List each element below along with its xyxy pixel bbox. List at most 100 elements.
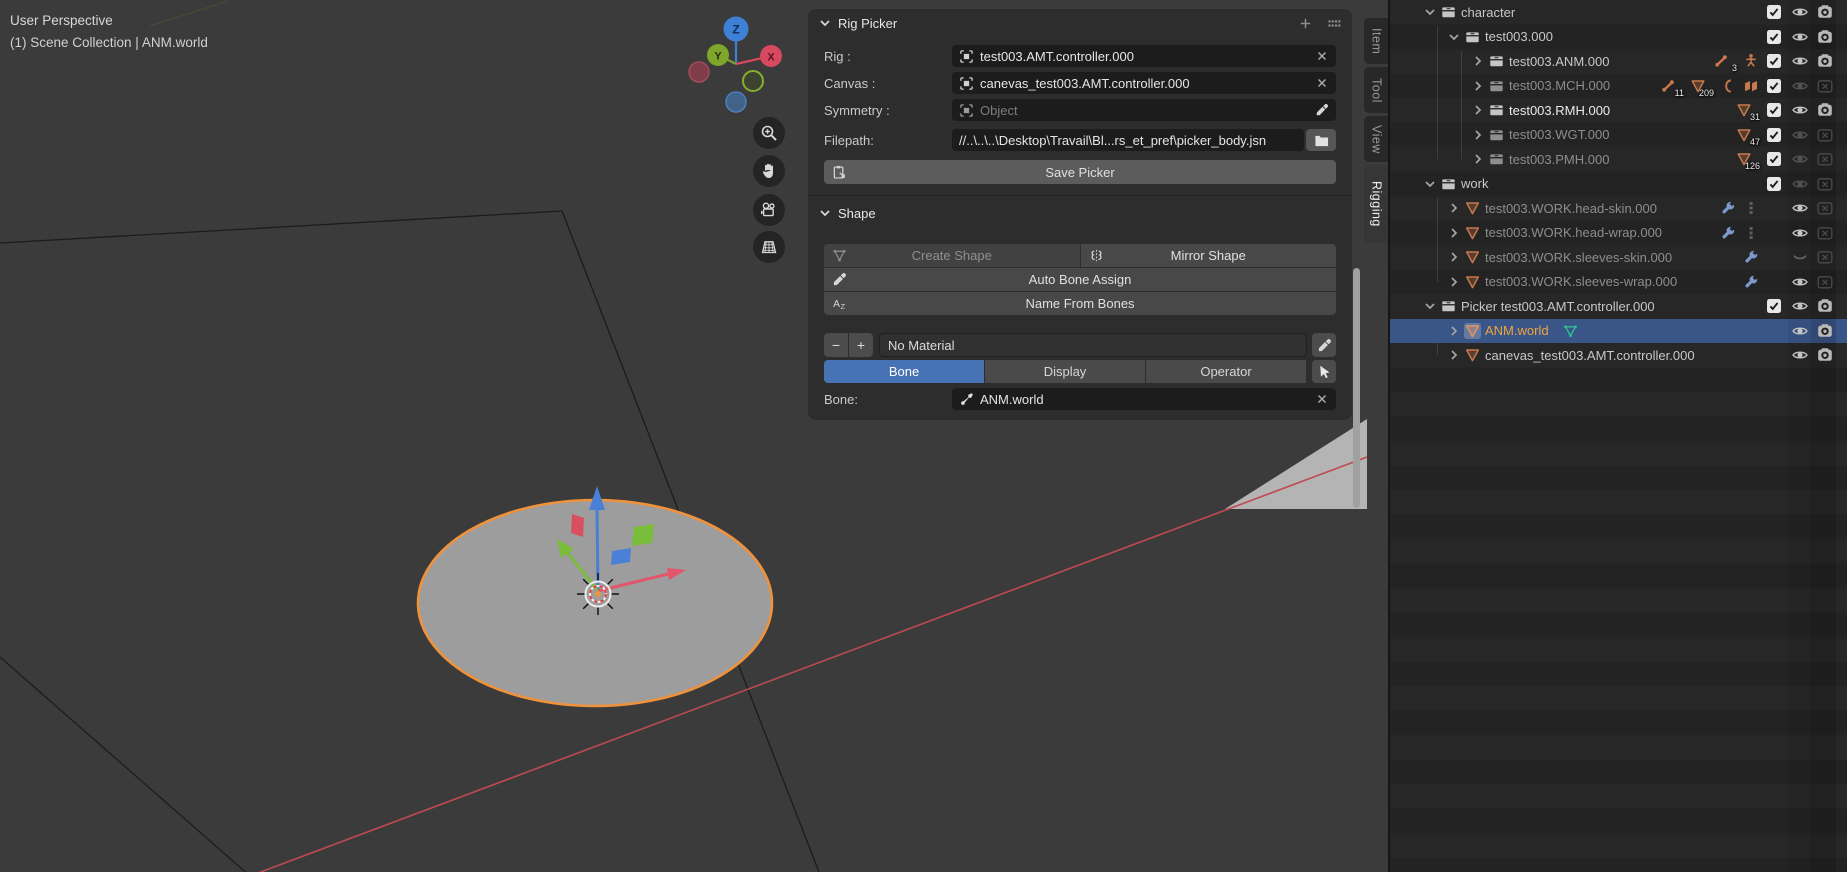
hide-viewport-eye-icon[interactable] <box>1790 247 1810 267</box>
expand-chevron-icon[interactable] <box>1471 103 1485 117</box>
select-cursor-button[interactable] <box>1312 360 1336 383</box>
hide-viewport-eye-icon[interactable] <box>1790 174 1810 194</box>
picker-canvas-circle[interactable] <box>418 500 772 706</box>
tab-bone[interactable]: Bone <box>824 360 984 383</box>
sidebar-tab-tool[interactable]: Tool <box>1364 67 1389 113</box>
outliner-row[interactable]: test003.RMH.00031 <box>1390 98 1847 123</box>
disable-render-camera-icon[interactable] <box>1815 2 1835 22</box>
expand-chevron-icon[interactable] <box>1471 128 1485 142</box>
shape-subpanel-header[interactable]: Shape <box>808 202 1352 224</box>
shape-collapse-chevron-icon[interactable] <box>818 206 832 220</box>
symmetry-object-field[interactable]: Object <box>952 99 1336 121</box>
expand-chevron-icon[interactable] <box>1447 201 1461 215</box>
hide-viewport-eye-icon[interactable] <box>1790 51 1810 71</box>
clear-rig-icon[interactable] <box>1315 49 1329 63</box>
outliner-item-label[interactable]: test003.WORK.head-wrap.000 <box>1485 225 1662 240</box>
material-name-field[interactable]: No Material <box>879 333 1307 357</box>
disable-render-camera-icon[interactable] <box>1815 174 1835 194</box>
hide-viewport-eye-icon[interactable] <box>1790 149 1810 169</box>
exclude-checkbox[interactable] <box>1764 296 1784 316</box>
clear-bone-icon[interactable] <box>1315 392 1329 406</box>
disable-render-camera-icon[interactable] <box>1815 100 1835 120</box>
exclude-checkbox[interactable] <box>1764 100 1784 120</box>
expand-chevron-icon[interactable] <box>1447 226 1461 240</box>
camera-view-button[interactable] <box>753 194 785 226</box>
panel-add-icon[interactable] <box>1298 16 1313 31</box>
outliner-item-label[interactable]: test003.ANM.000 <box>1509 54 1609 69</box>
outliner-item-label[interactable]: character <box>1461 5 1515 20</box>
hide-viewport-eye-icon[interactable] <box>1790 125 1810 145</box>
outliner-row[interactable]: test003.MCH.00011209 <box>1390 74 1847 99</box>
disable-render-camera-icon[interactable] <box>1815 51 1835 71</box>
disable-render-camera-icon[interactable] <box>1815 296 1835 316</box>
outliner-item-label[interactable]: test003.WGT.000 <box>1509 127 1609 142</box>
axis-minus-z-ball[interactable] <box>726 92 746 112</box>
collapse-chevron-icon[interactable] <box>1423 299 1437 313</box>
outliner-item-label[interactable]: canevas_test003.AMT.controller.000 <box>1485 348 1695 363</box>
expand-chevron-icon[interactable] <box>1471 54 1485 68</box>
hide-viewport-eye-icon[interactable] <box>1790 76 1810 96</box>
axis-minus-x-ball[interactable] <box>689 62 709 82</box>
material-add-button[interactable]: + <box>849 333 873 357</box>
disable-render-camera-icon[interactable] <box>1815 27 1835 47</box>
sidebar-scrollbar[interactable] <box>1353 268 1360 508</box>
disable-render-camera-icon[interactable] <box>1815 247 1835 267</box>
outliner-item-label[interactable]: test003.MCH.000 <box>1509 78 1610 93</box>
filepath-field[interactable]: //..\..\..\Desktop\Travail\Bl...rs_et_pr… <box>952 129 1304 151</box>
bone-field[interactable]: ANM.world <box>952 388 1336 410</box>
expand-chevron-icon[interactable] <box>1447 324 1461 338</box>
disable-render-camera-icon[interactable] <box>1815 149 1835 169</box>
expand-chevron-icon[interactable] <box>1447 250 1461 264</box>
outliner-row[interactable]: test003.WGT.00047 <box>1390 123 1847 148</box>
exclude-checkbox[interactable] <box>1764 174 1784 194</box>
disable-render-camera-icon[interactable] <box>1815 125 1835 145</box>
canvas-object-field[interactable]: canevas_test003.AMT.controller.000 <box>952 72 1336 94</box>
save-picker-button[interactable]: Save Picker <box>824 160 1336 184</box>
sidebar-tab-rigging[interactable]: Rigging <box>1364 165 1389 243</box>
hide-viewport-eye-icon[interactable] <box>1790 27 1810 47</box>
navigation-gizmo[interactable]: Z Y X <box>670 10 802 116</box>
outliner-row[interactable]: character <box>1390 0 1847 25</box>
collapse-chevron-icon[interactable] <box>1447 30 1461 44</box>
outliner-item-label[interactable]: test003.000 <box>1485 29 1553 44</box>
disable-render-camera-icon[interactable] <box>1815 345 1835 365</box>
outliner-row[interactable]: Picker test003.AMT.controller.000 <box>1390 294 1847 319</box>
auto-bone-assign-button[interactable]: Auto Bone Assign <box>824 268 1336 291</box>
pan-button[interactable] <box>753 155 785 187</box>
collapse-chevron-icon[interactable] <box>1423 5 1437 19</box>
name-from-bones-button[interactable]: AZ Name From Bones <box>824 292 1336 315</box>
sidebar-tab-item[interactable]: Item <box>1364 18 1389 64</box>
outliner-item-label[interactable]: Picker test003.AMT.controller.000 <box>1461 299 1655 314</box>
exclude-checkbox[interactable] <box>1764 125 1784 145</box>
browse-file-button[interactable] <box>1306 129 1336 151</box>
collapse-chevron-icon[interactable] <box>1423 177 1437 191</box>
outliner-row[interactable]: ANM.world <box>1390 319 1847 344</box>
expand-chevron-icon[interactable] <box>1447 275 1461 289</box>
create-shape-button[interactable]: Create Shape <box>824 244 1080 267</box>
exclude-checkbox[interactable] <box>1764 51 1784 71</box>
outliner-row[interactable]: test003.ANM.0003 <box>1390 49 1847 74</box>
hide-viewport-eye-icon[interactable] <box>1790 321 1810 341</box>
exclude-checkbox[interactable] <box>1764 149 1784 169</box>
outliner-row[interactable]: test003.WORK.sleeves-skin.000 <box>1390 245 1847 270</box>
outliner-item-label[interactable]: test003.RMH.000 <box>1509 103 1610 118</box>
outliner-item-label[interactable]: work <box>1461 176 1488 191</box>
exclude-checkbox[interactable] <box>1764 2 1784 22</box>
sidebar-tab-view[interactable]: View <box>1364 116 1389 162</box>
orthographic-grid-button[interactable] <box>753 231 785 263</box>
rig-object-field[interactable]: test003.AMT.controller.000 <box>952 45 1336 67</box>
disable-render-camera-icon[interactable] <box>1815 223 1835 243</box>
panel-drag-handle-icon[interactable] <box>1327 16 1342 31</box>
outliner-row[interactable]: test003.WORK.head-skin.000 <box>1390 196 1847 221</box>
panel-collapse-chevron-icon[interactable] <box>818 16 832 30</box>
hide-viewport-eye-icon[interactable] <box>1790 296 1810 316</box>
tab-display[interactable]: Display <box>985 360 1145 383</box>
outliner-row[interactable]: test003.000 <box>1390 25 1847 50</box>
tab-operator[interactable]: Operator <box>1146 360 1306 383</box>
outliner-row[interactable]: work <box>1390 172 1847 197</box>
exclude-checkbox[interactable] <box>1764 76 1784 96</box>
axis-minus-y-ball[interactable] <box>743 71 763 91</box>
hide-viewport-eye-icon[interactable] <box>1790 345 1810 365</box>
material-remove-button[interactable]: − <box>824 333 848 357</box>
hide-viewport-eye-icon[interactable] <box>1790 223 1810 243</box>
